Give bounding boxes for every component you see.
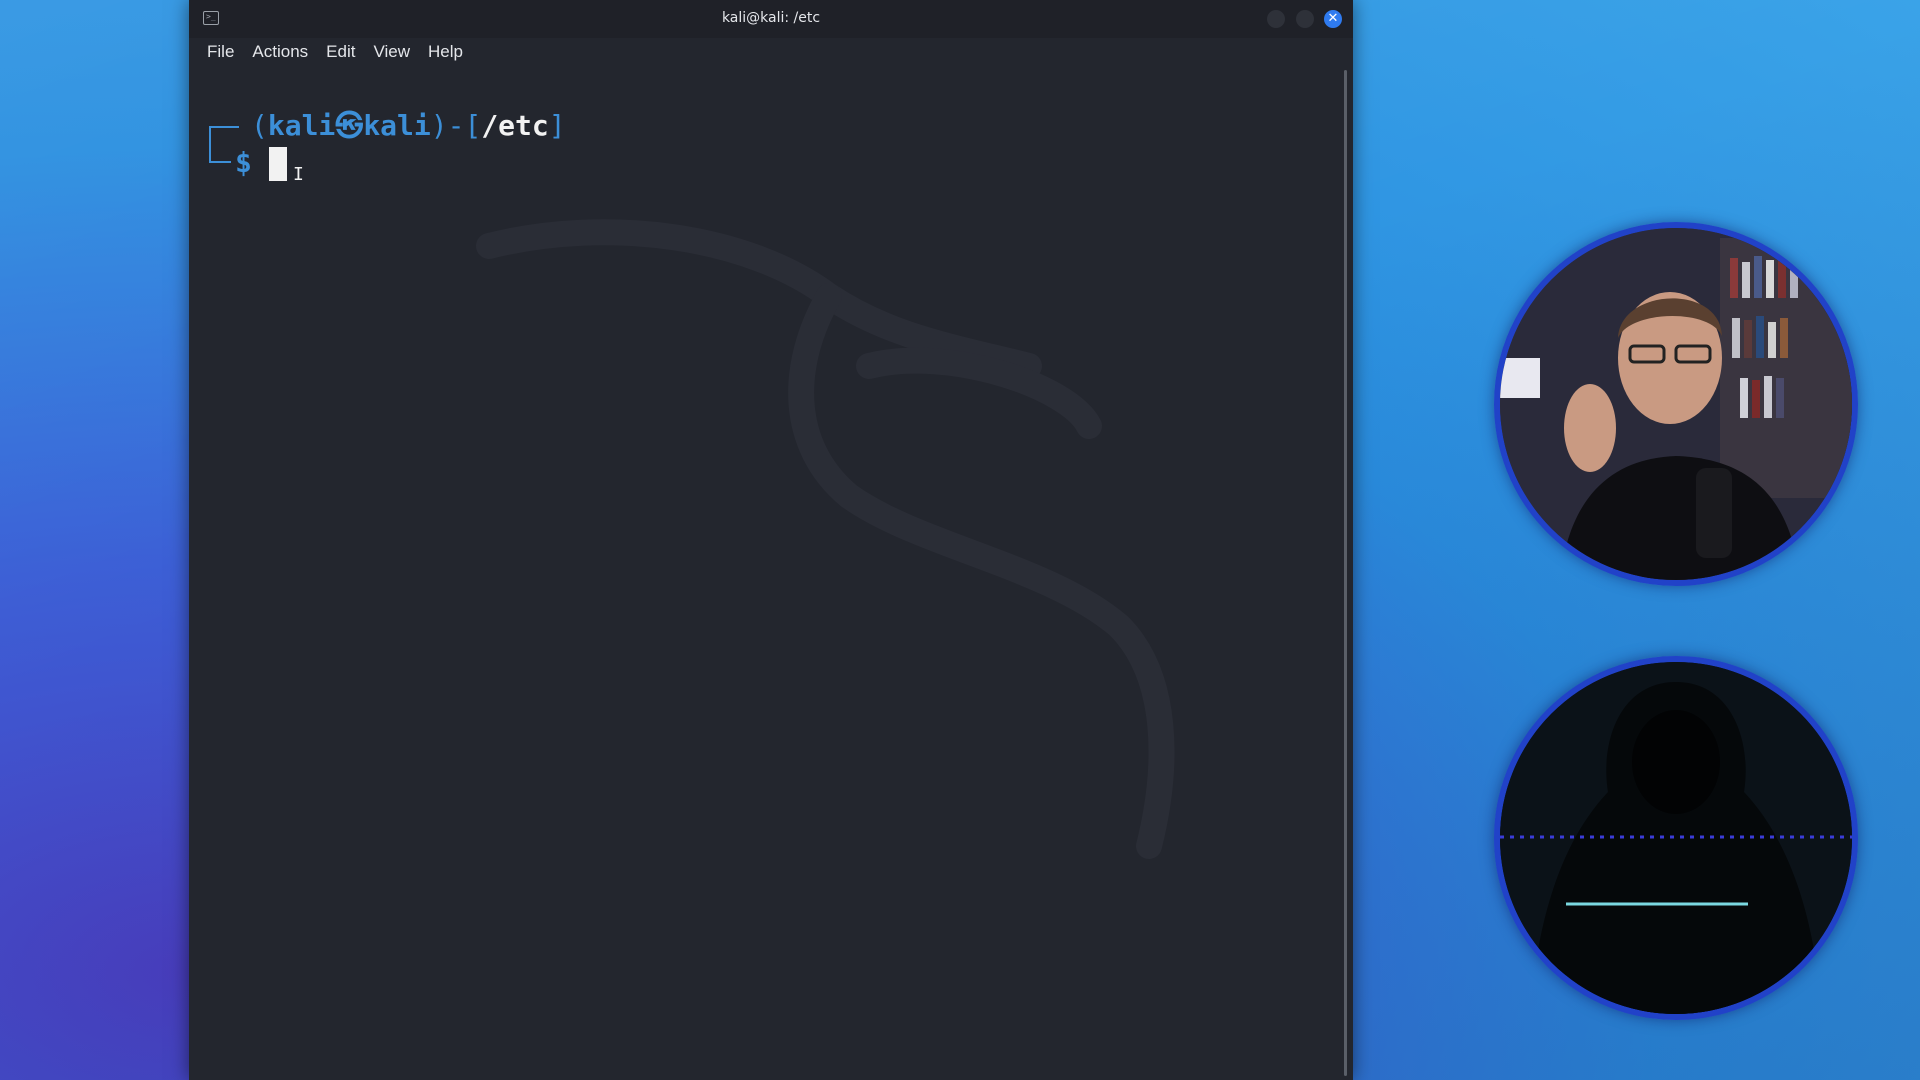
- menu-file[interactable]: File: [207, 42, 234, 62]
- hood-face-shadow: [1632, 710, 1720, 814]
- close-button[interactable]: ✕: [1324, 10, 1342, 28]
- scrollbar[interactable]: [1339, 66, 1353, 1080]
- terminal-window[interactable]: >_ kali@kali: /etc ✕ File Actions Edit V…: [189, 0, 1353, 1080]
- prompt-at-symbol: ㉿: [335, 109, 364, 142]
- window-title: kali@kali: /etc: [721, 10, 821, 26]
- menu-edit[interactable]: Edit: [326, 42, 355, 62]
- menu-bar: File Actions Edit View Help: [189, 38, 1353, 66]
- title-bar[interactable]: >_ kali@kali: /etc ✕: [189, 0, 1353, 38]
- kali-dragon-watermark: [476, 219, 1175, 859]
- menu-help[interactable]: Help: [428, 42, 463, 62]
- scrollbar-thumb[interactable]: [1344, 70, 1347, 1076]
- hooded-figure-illustration: [1500, 662, 1852, 1014]
- menu-actions[interactable]: Actions: [252, 42, 308, 62]
- prompt-header: (kali㉿kali)-[/etc]: [251, 106, 566, 146]
- minimize-button[interactable]: [1267, 10, 1285, 28]
- youtube-plaque: [1500, 358, 1540, 398]
- prompt-close-bracket: ]: [548, 109, 566, 142]
- prompt-separator: -: [447, 109, 465, 142]
- presenter-webcam: [1494, 222, 1858, 586]
- maximize-button[interactable]: [1296, 10, 1314, 28]
- hacker-overlay: [1494, 656, 1858, 1020]
- prompt-open-paren: (: [251, 109, 268, 142]
- prompt-path: /etc: [481, 109, 549, 142]
- presenter-hand: [1564, 384, 1616, 472]
- prompt-user: kali: [267, 109, 336, 142]
- terminal-output[interactable]: (kali㉿kali)-[/etc] $ I: [189, 66, 1339, 1080]
- prompt-close-paren: ): [430, 109, 448, 142]
- text-cursor: [269, 147, 287, 181]
- close-icon: ✕: [1327, 11, 1339, 26]
- prompt-host: kali: [363, 109, 431, 142]
- mouse-ibeam-icon: I: [293, 164, 304, 185]
- presenter-illustration: [1500, 228, 1852, 580]
- prompt-symbol: $: [235, 146, 252, 179]
- prompt-frame-bottom: [209, 161, 231, 163]
- microphone: [1696, 468, 1732, 558]
- prompt-open-bracket: [: [464, 109, 482, 142]
- menu-view[interactable]: View: [373, 42, 410, 62]
